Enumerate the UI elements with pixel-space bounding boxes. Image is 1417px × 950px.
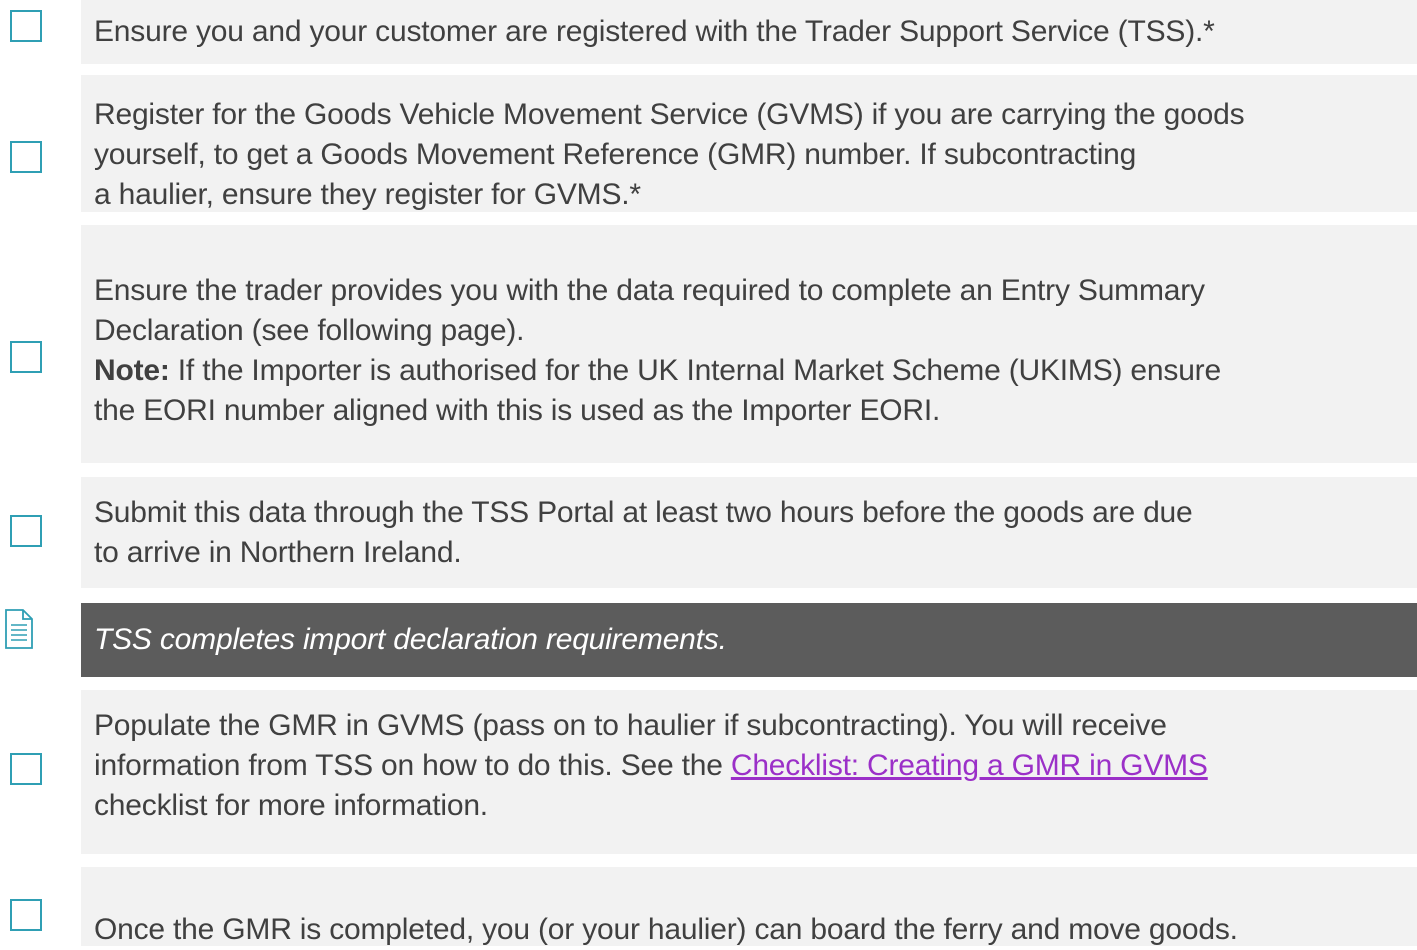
item-text: Populate the GMR in GVMS (pass on to hau… xyxy=(94,706,1405,826)
item-text: Ensure you and your customer are registe… xyxy=(94,15,1215,48)
checklist-item-register-tss: Ensure you and your customer are registe… xyxy=(0,0,1417,64)
checkbox[interactable] xyxy=(10,341,42,373)
checkbox[interactable] xyxy=(10,141,42,173)
item-text: Once the GMR is completed, you (or your … xyxy=(94,913,1238,946)
checkbox[interactable] xyxy=(10,10,42,42)
note-line: Note: If the Importer is authorised for … xyxy=(94,354,1221,387)
item-text: Ensure the trader provides you with the … xyxy=(94,271,1405,431)
gmr-checklist-link[interactable]: Checklist: Creating a GMR in GVMS xyxy=(731,749,1208,782)
checklist-item-board-ferry: Once the GMR is completed, you (or your … xyxy=(0,867,1417,946)
checkbox[interactable] xyxy=(10,753,42,785)
banner-text: TSS completes import declaration require… xyxy=(94,623,727,656)
checkbox[interactable] xyxy=(10,899,42,931)
item-text: Submit this data through the TSS Portal … xyxy=(94,496,1193,569)
checklist-item-entry-summary: Ensure the trader provides you with the … xyxy=(0,225,1417,463)
item-text: Register for the Goods Vehicle Movement … xyxy=(94,98,1245,211)
note-label: Note: xyxy=(94,354,170,387)
checkbox[interactable] xyxy=(10,515,42,547)
link-line: information from TSS on how to do this. … xyxy=(94,749,1208,782)
checklist-item-populate-gmr: Populate the GMR in GVMS (pass on to hau… xyxy=(0,690,1417,854)
document-icon xyxy=(5,609,33,649)
tss-info-banner: TSS completes import declaration require… xyxy=(0,603,1417,677)
checklist-item-register-gvms: Register for the Goods Vehicle Movement … xyxy=(0,75,1417,212)
checklist-item-submit-data: Submit this data through the TSS Portal … xyxy=(0,477,1417,588)
